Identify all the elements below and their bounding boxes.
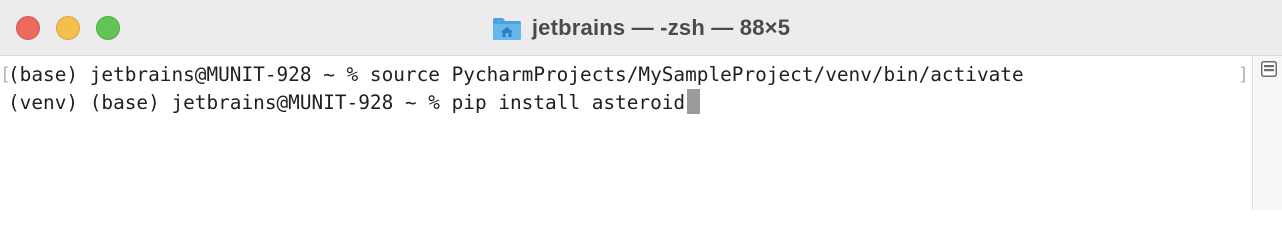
terminal-line: (venv) (base) jetbrains@MUNIT-928 ~ % pi…: [8, 89, 701, 117]
terminal-line: (base) jetbrains@MUNIT-928 ~ % source Py…: [8, 61, 1024, 89]
terminal-line-text: (base) jetbrains@MUNIT-928 ~ % source Py…: [8, 63, 1024, 86]
line-mark-bracket-right: ]: [1238, 64, 1249, 85]
folder-home-icon: [492, 18, 521, 40]
window-title-text: jetbrains — -zsh — 88×5: [531, 15, 791, 40]
scrollbar[interactable]: [1252, 56, 1282, 210]
window-title: jetbrains — -zsh — 88×5: [0, 0, 1282, 56]
terminal-content[interactable]: [ (base) jetbrains@MUNIT-928 ~ % source …: [0, 56, 1252, 210]
title-bar[interactable]: jetbrains — -zsh — 88×5: [0, 0, 1282, 56]
text-cursor: [687, 89, 701, 114]
marks-list-icon[interactable]: [1261, 61, 1277, 77]
terminal-line-text: (venv) (base) jetbrains@MUNIT-928 ~ % pi…: [8, 91, 686, 114]
terminal-window: jetbrains — -zsh — 88×5 [ (base) jetbrai…: [0, 0, 1282, 210]
